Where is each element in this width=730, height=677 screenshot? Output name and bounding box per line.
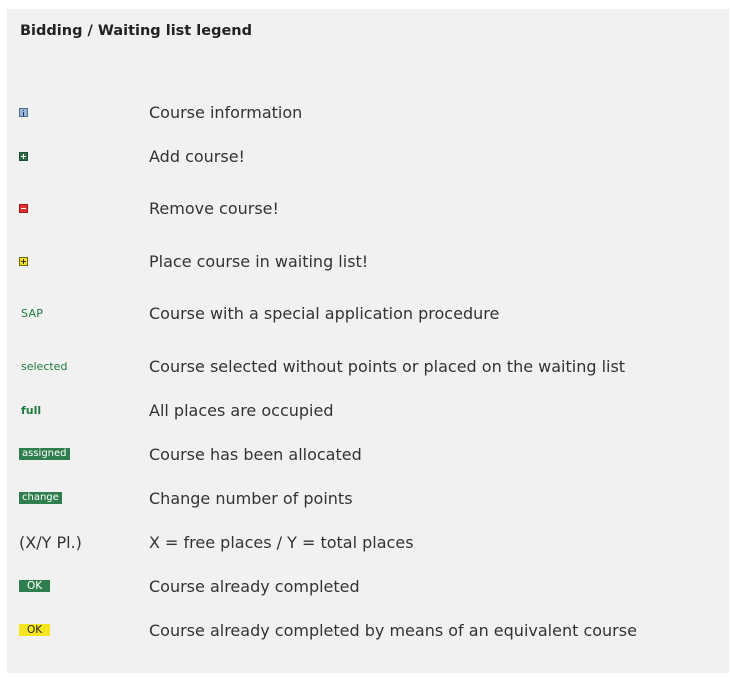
legend-row-waiting-list: Place course in waiting list! [7, 246, 729, 276]
legend-label: Change number of points [149, 488, 353, 508]
info-icon [19, 107, 28, 117]
ok-completed-badge: OK [19, 580, 51, 592]
legend-row-change: change Change number of points [7, 483, 729, 513]
legend-row-remove-course: Remove course! [7, 193, 729, 223]
legend-label: Remove course! [149, 198, 279, 218]
legend-row-full: full All places are occupied [7, 395, 729, 425]
legend-label: X = free places / Y = total places [149, 532, 414, 552]
legend-label: Course information [149, 102, 303, 122]
legend-row-ok-equivalent: OK Course already completed by means of … [7, 615, 729, 645]
waiting-list-icon [19, 256, 28, 266]
selected-badge: selected [21, 359, 68, 373]
full-badge: full [21, 403, 42, 417]
legend-label: Add course! [149, 146, 245, 166]
legend-row-sap: SAP Course with a special application pr… [7, 298, 729, 328]
legend-label: All places are occupied [149, 400, 334, 420]
legend-label: Place course in waiting list! [149, 251, 369, 271]
remove-icon [19, 203, 28, 213]
legend-panel: Bidding / Waiting list legend Course inf… [7, 9, 729, 673]
legend-row-selected: selected Course selected without points … [7, 351, 729, 381]
legend-title: Bidding / Waiting list legend [20, 23, 252, 39]
add-icon [19, 151, 28, 161]
sap-badge: SAP [21, 306, 44, 320]
legend-row-assigned: assigned Course has been allocated [7, 439, 729, 469]
legend-label: Course has been allocated [149, 444, 362, 464]
places-notation: (X/Y Pl.) [19, 532, 82, 552]
change-badge: change [19, 492, 62, 504]
legend-label: Course already completed by means of an … [149, 620, 637, 640]
legend-label: Course selected without points or placed… [149, 356, 626, 376]
legend-row-places: (X/Y Pl.) X = free places / Y = total pl… [7, 527, 729, 557]
legend-row-course-info: Course information [7, 97, 729, 127]
legend-label: Course with a special application proced… [149, 303, 500, 323]
assigned-badge: assigned [19, 448, 70, 460]
legend-row-ok-completed: OK Course already completed [7, 571, 729, 601]
legend-row-add-course: Add course! [7, 141, 729, 171]
ok-equivalent-badge: OK [19, 624, 51, 636]
legend-label: Course already completed [149, 576, 360, 596]
